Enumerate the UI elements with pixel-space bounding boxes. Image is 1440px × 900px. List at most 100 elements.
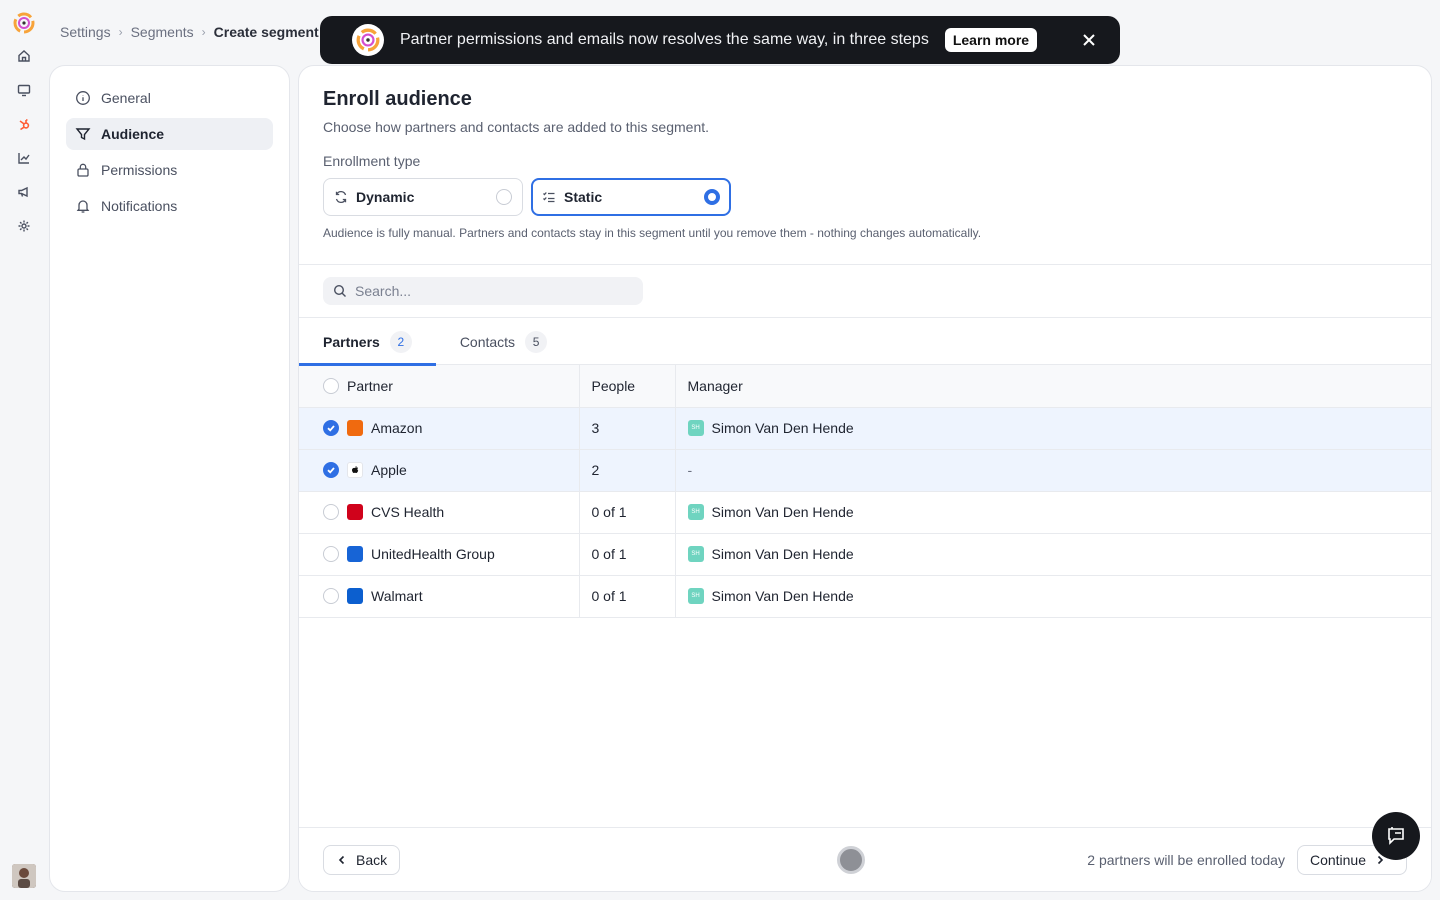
table-row[interactable]: UnitedHealth Group 0 of 1 SH Simon Van Den … <box>299 533 1431 576</box>
hubspot-icon[interactable] <box>12 112 36 136</box>
manager-name: Simon Van Den Hende <box>711 504 854 520</box>
manager-avatar: SH <box>687 504 704 520</box>
manager-name: - <box>687 462 693 478</box>
filter-icon <box>75 128 91 141</box>
partner-logo-icon <box>347 462 363 478</box>
app-logo-icon <box>352 24 384 56</box>
enrollment-option-static[interactable]: Static <box>531 178 731 216</box>
cell-manager: SH Simon Van Den Hende <box>674 533 1431 576</box>
cell-people: 0 of 1 <box>578 533 675 576</box>
row-checkbox[interactable] <box>323 462 339 478</box>
cell-manager: SH Simon Van Den Hende <box>674 491 1431 534</box>
chart-icon[interactable] <box>12 146 36 170</box>
partner-name[interactable]: Apple <box>371 462 407 478</box>
nav-item-permissions[interactable]: Permissions <box>66 154 273 186</box>
manager-avatar: SH <box>687 588 704 604</box>
table-row[interactable]: Apple 2- <box>299 449 1431 492</box>
close-icon[interactable] <box>1082 33 1096 47</box>
check-icon <box>327 467 335 474</box>
megaphone-icon[interactable] <box>12 180 36 204</box>
check-icon <box>327 425 335 432</box>
nav-item-general[interactable]: General <box>66 82 273 114</box>
gear-icon[interactable] <box>12 214 36 238</box>
chat-launcher-button[interactable] <box>1372 812 1420 860</box>
audience-tabs: Partners 2 Contacts 5 <box>299 318 1431 366</box>
option-label: Static <box>564 189 603 205</box>
nav-item-label: Notifications <box>101 198 178 214</box>
nav-item-notifications[interactable]: Notifications <box>66 190 273 222</box>
nav-item-label: General <box>101 90 151 106</box>
row-checkbox[interactable] <box>323 504 339 520</box>
search-input[interactable] <box>355 283 633 299</box>
enrollment-type-label: Enrollment type <box>323 153 421 169</box>
tab-label: Partners <box>323 333 380 350</box>
enrollment-hint: Audience is fully manual. Partners and c… <box>323 226 982 240</box>
info-icon <box>76 91 90 105</box>
table-row[interactable]: Walmart 0 of 1 SH Simon Van Den Hende <box>299 575 1431 618</box>
partner-name[interactable]: CVS Health <box>371 504 444 520</box>
chevron-right-icon: › <box>201 25 206 39</box>
app-logo-icon[interactable] <box>13 12 35 34</box>
list-check-icon <box>543 192 555 203</box>
cell-partner: UnitedHealth Group <box>299 533 579 576</box>
partners-table: Partner People Manager Amazon 3 SH Simon Va… <box>299 365 1431 618</box>
page-title: Enroll audience <box>323 88 472 110</box>
cell-partner: Walmart <box>299 575 579 618</box>
manager-name: Simon Van Den Hende <box>711 420 854 436</box>
refresh-icon <box>335 190 347 204</box>
back-button[interactable]: Back <box>323 844 401 875</box>
cell-partner: Apple <box>299 449 579 492</box>
cell-people: 0 of 1 <box>578 575 675 618</box>
enrollment-option-dynamic[interactable]: Dynamic <box>323 178 523 216</box>
chat-icon <box>1388 827 1404 845</box>
cell-manager: SH Simon Van Den Hende <box>674 575 1431 618</box>
breadcrumb: Settings › Segments › Create segment <box>60 22 319 42</box>
partner-name[interactable]: Walmart <box>371 588 423 604</box>
header-label: Partner <box>347 377 393 394</box>
enroll-audience-panel: Enroll audience Choose how partners and … <box>298 65 1432 892</box>
wizard-footer: Back 2 partners will be enrolled today C… <box>299 827 1431 891</box>
search-box[interactable] <box>323 277 643 305</box>
continue-label: Continue <box>1309 851 1366 868</box>
partner-name[interactable]: UnitedHealth Group <box>371 546 495 562</box>
row-checkbox[interactable] <box>323 588 339 604</box>
enrollment-summary: 2 partners will be enrolled today <box>1087 851 1285 868</box>
partner-logo-icon <box>347 546 363 562</box>
row-checkbox[interactable] <box>323 420 339 436</box>
nav-item-label: Audience <box>101 126 165 142</box>
partner-name[interactable]: Amazon <box>371 420 422 436</box>
cell-manager: SH Simon Van Den Hende <box>674 407 1431 450</box>
static-radio[interactable] <box>704 189 720 205</box>
breadcrumb-settings[interactable]: Settings <box>60 24 111 40</box>
column-header-manager[interactable]: Manager <box>674 365 1431 408</box>
toast-message: Partner permissions and emails now resol… <box>400 31 929 48</box>
breadcrumb-segments[interactable]: Segments <box>131 24 194 40</box>
home-icon[interactable] <box>12 44 36 68</box>
column-header-people[interactable]: People <box>578 365 675 408</box>
manager-avatar: SH <box>687 546 704 562</box>
manager-name: Simon Van Den Hende <box>711 546 854 562</box>
nav-item-label: Permissions <box>101 162 178 178</box>
column-header-partner[interactable]: Partner <box>299 365 579 408</box>
partner-logo-icon <box>347 588 363 604</box>
manager-avatar: SH <box>687 420 704 436</box>
tab-count-badge: 2 <box>389 330 412 353</box>
user-avatar[interactable] <box>12 864 36 888</box>
cell-manager: - <box>674 449 1431 492</box>
monitor-icon[interactable] <box>12 78 36 102</box>
chevron-left-icon <box>338 855 345 864</box>
row-checkbox[interactable] <box>323 546 339 562</box>
lock-icon <box>77 163 89 177</box>
breadcrumb-current: Create segment <box>213 24 319 40</box>
dynamic-radio[interactable] <box>496 189 512 205</box>
app-rail <box>0 0 48 900</box>
nav-item-audience[interactable]: Audience <box>66 118 273 150</box>
select-all-checkbox[interactable] <box>323 377 339 394</box>
bell-icon <box>76 200 90 213</box>
learn-more-button[interactable]: Learn more <box>944 28 1038 52</box>
tab-contacts[interactable]: Contacts 5 <box>436 318 571 365</box>
table-header-row: Partner People Manager <box>299 365 1431 408</box>
table-row[interactable]: Amazon 3 SH Simon Van Den Hende <box>299 407 1431 450</box>
table-row[interactable]: CVS Health 0 of 1 SH Simon Van Den Hende <box>299 491 1431 534</box>
tab-partners[interactable]: Partners 2 <box>299 318 436 366</box>
